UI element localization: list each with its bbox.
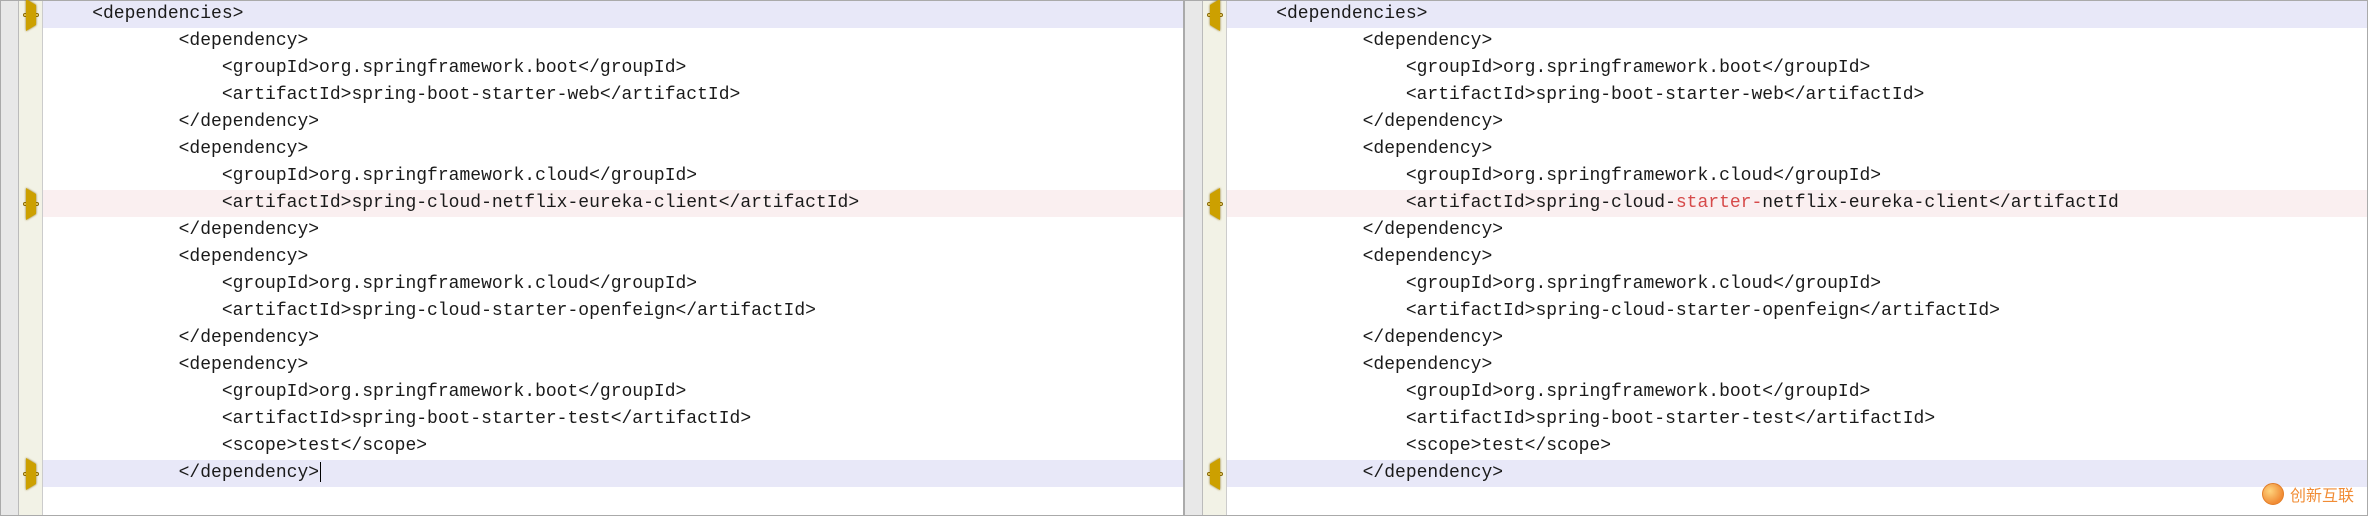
left-marker-row [19, 352, 42, 379]
diff-apply-left-icon[interactable] [1207, 472, 1223, 476]
left-marker-row [19, 244, 42, 271]
left-marker-row [19, 271, 42, 298]
code-line[interactable]: </dependency> [1227, 217, 2367, 244]
right-marker-row [1203, 109, 1226, 136]
left-marker-row [19, 433, 42, 460]
code-line[interactable]: <artifactId>spring-boot-starter-test</ar… [1227, 406, 2367, 433]
right-marker-row [1203, 433, 1226, 460]
code-line[interactable]: <groupId>org.springframework.cloud</grou… [1227, 271, 2367, 298]
code-line[interactable]: <dependency> [43, 28, 1183, 55]
diff-apply-right-icon[interactable] [23, 13, 39, 17]
diff-apply-right-icon[interactable] [23, 472, 39, 476]
code-line[interactable]: <groupId>org.springframework.cloud</grou… [43, 271, 1183, 298]
code-line[interactable]: <dependency> [1227, 136, 2367, 163]
code-line[interactable]: <scope>test</scope> [1227, 433, 2367, 460]
code-line[interactable]: <artifactId>spring-boot-starter-web</art… [43, 82, 1183, 109]
right-marker-row [1203, 460, 1226, 487]
right-marker-row [1203, 190, 1226, 217]
left-marker-row [19, 136, 42, 163]
left-marker-row [19, 379, 42, 406]
code-line[interactable]: <dependency> [1227, 28, 2367, 55]
right-code-area[interactable]: <dependencies> <dependency> <groupId>org… [1227, 1, 2367, 515]
left-marker-row [19, 82, 42, 109]
diff-apply-right-icon[interactable] [23, 202, 39, 206]
right-marker-row [1203, 352, 1226, 379]
left-marker-row [19, 325, 42, 352]
right-marker-row [1203, 379, 1226, 406]
right-marker-row [1203, 136, 1226, 163]
diff-left-pane: <dependencies> <dependency> <groupId>org… [0, 0, 1184, 516]
diff-apply-left-icon[interactable] [1207, 13, 1223, 17]
left-marker-row [19, 406, 42, 433]
left-code-area[interactable]: <dependencies> <dependency> <groupId>org… [43, 1, 1183, 515]
code-line[interactable]: <dependency> [43, 136, 1183, 163]
code-line[interactable]: <groupId>org.springframework.cloud</grou… [43, 163, 1183, 190]
code-line[interactable]: </dependency> [1227, 109, 2367, 136]
code-line[interactable]: </dependency> [43, 460, 1183, 487]
code-line[interactable]: <dependency> [43, 244, 1183, 271]
code-line[interactable]: </dependency> [43, 325, 1183, 352]
code-line[interactable]: <dependency> [1227, 352, 2367, 379]
left-marker-row [19, 109, 42, 136]
code-line[interactable]: <dependency> [1227, 244, 2367, 271]
code-line[interactable]: </dependency> [1227, 460, 2367, 487]
left-marker-row [19, 190, 42, 217]
code-line[interactable]: <groupId>org.springframework.boot</group… [1227, 379, 2367, 406]
left-marker-row [19, 460, 42, 487]
code-line[interactable]: <groupId>org.springframework.boot</group… [1227, 55, 2367, 82]
right-marker-row [1203, 271, 1226, 298]
left-marker-gutter [19, 1, 43, 515]
code-line[interactable]: <dependency> [43, 352, 1183, 379]
left-marker-row [19, 217, 42, 244]
right-marker-row [1203, 244, 1226, 271]
right-marker-row [1203, 28, 1226, 55]
right-marker-gutter [1203, 1, 1227, 515]
right-marker-row [1203, 55, 1226, 82]
left-marker-row [19, 28, 42, 55]
right-marker-row [1203, 325, 1226, 352]
diff-apply-left-icon[interactable] [1207, 202, 1223, 206]
code-line[interactable]: <artifactId>spring-cloud-starter-openfei… [1227, 298, 2367, 325]
code-line[interactable]: <groupId>org.springframework.boot</group… [43, 379, 1183, 406]
code-line[interactable]: <scope>test</scope> [43, 433, 1183, 460]
left-marker-row [19, 163, 42, 190]
code-line[interactable]: <artifactId>spring-cloud-netflix-eureka-… [43, 190, 1183, 217]
code-line[interactable]: </dependency> [43, 109, 1183, 136]
code-line[interactable]: <groupId>org.springframework.boot</group… [43, 55, 1183, 82]
code-line[interactable]: <dependencies> [43, 1, 1183, 28]
code-line[interactable]: <artifactId>spring-cloud-starter-netflix… [1227, 190, 2367, 217]
code-line[interactable]: </dependency> [1227, 325, 2367, 352]
right-outer-gutter [1185, 1, 1203, 515]
code-line[interactable]: <dependencies> [1227, 1, 2367, 28]
left-marker-row [19, 298, 42, 325]
left-marker-row [19, 1, 42, 28]
right-marker-row [1203, 217, 1226, 244]
code-line[interactable]: <artifactId>spring-cloud-starter-openfei… [43, 298, 1183, 325]
right-marker-row [1203, 82, 1226, 109]
left-outer-gutter [1, 1, 19, 515]
code-line[interactable]: </dependency> [43, 217, 1183, 244]
right-marker-row [1203, 406, 1226, 433]
diff-right-pane: <dependencies> <dependency> <groupId>org… [1184, 0, 2368, 516]
diff-inserted-text: starter- [1676, 193, 1762, 213]
text-caret [320, 462, 321, 482]
code-line[interactable]: <artifactId>spring-boot-starter-web</art… [1227, 82, 2367, 109]
code-line[interactable]: <groupId>org.springframework.cloud</grou… [1227, 163, 2367, 190]
right-marker-row [1203, 1, 1226, 28]
right-marker-row [1203, 163, 1226, 190]
left-marker-row [19, 55, 42, 82]
code-line[interactable]: <artifactId>spring-boot-starter-test</ar… [43, 406, 1183, 433]
right-marker-row [1203, 298, 1226, 325]
